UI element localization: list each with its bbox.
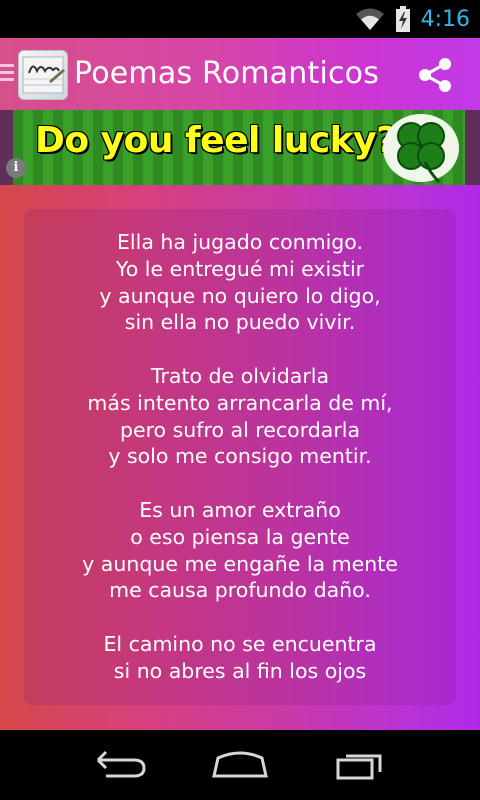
share-icon	[419, 58, 451, 92]
poem-line: y aunque me engañe la mente	[82, 551, 398, 576]
status-clock: 4:16	[420, 6, 470, 32]
poem-card[interactable]: Ella ha jugado conmigo. Yo le entregué m…	[24, 209, 456, 705]
home-button[interactable]	[210, 746, 270, 786]
poem-line: y aunque no quiero lo digo,	[99, 283, 381, 308]
ad-headline[interactable]: Do you feel lucky?	[35, 120, 397, 161]
back-button[interactable]	[90, 746, 150, 786]
poem-line: Ella ha jugado conmigo.	[116, 230, 363, 254]
poem-line: más intento arrancarla de mí,	[87, 390, 393, 415]
navigation-bar	[0, 730, 480, 800]
home-icon	[212, 751, 268, 778]
poem-screen: Ella ha jugado conmigo. Yo le entregué m…	[0, 185, 480, 730]
drawer-indicator-icon[interactable]	[0, 64, 14, 86]
recents-icon	[336, 754, 382, 780]
app-title: Poemas Romanticos	[74, 56, 380, 91]
ad-banner[interactable]: Do you feel lucky?	[0, 110, 480, 185]
back-icon	[96, 750, 146, 778]
love-note-icon-graphic	[22, 56, 65, 94]
poem-line: pero sufro al recordarla	[119, 417, 361, 442]
love-note-icon[interactable]	[18, 50, 68, 100]
poem-line: Trato de olvidarla	[150, 363, 330, 388]
ad-content[interactable]: Do you feel lucky?	[13, 110, 465, 185]
poem-stanza: Trato de olvidarla más intento arrancarl…	[24, 363, 456, 470]
poem-line: o eso piensa la gente	[130, 524, 350, 549]
action-bar: Poemas Romanticos	[0, 38, 480, 110]
battery-icon	[395, 6, 410, 32]
poem-line: sin ella no puedo vivir.	[124, 310, 356, 335]
poem-stanza: El camino no se encuentra si no abres al…	[24, 631, 456, 685]
poem-text: Ella ha jugado conmigo. Yo le entregué m…	[24, 229, 456, 705]
poem-line: El camino no se encuentra	[103, 631, 377, 656]
wifi-icon	[355, 8, 384, 30]
status-icons: 4:16	[355, 0, 470, 38]
poem-stanza: Es un amor extraño o eso piensa la gente…	[24, 497, 456, 604]
poem-line: Es un amor extraño	[139, 497, 341, 522]
four-leaf-clover-icon[interactable]	[381, 112, 461, 184]
poem-line: me causa profundo daño.	[109, 578, 371, 603]
ad-info-icon[interactable]: i	[6, 158, 26, 178]
poem-line: si no abres al fin los ojos	[113, 658, 367, 683]
share-button[interactable]	[416, 56, 454, 94]
poem-line: Yo le entregué mi existir	[115, 256, 365, 281]
poem-line: y solo me consigo mentir.	[108, 444, 372, 469]
recents-button[interactable]	[332, 746, 392, 786]
poem-stanza: Ella ha jugado conmigo. Yo le entregué m…	[24, 229, 456, 336]
status-bar: 4:16	[0, 0, 480, 38]
